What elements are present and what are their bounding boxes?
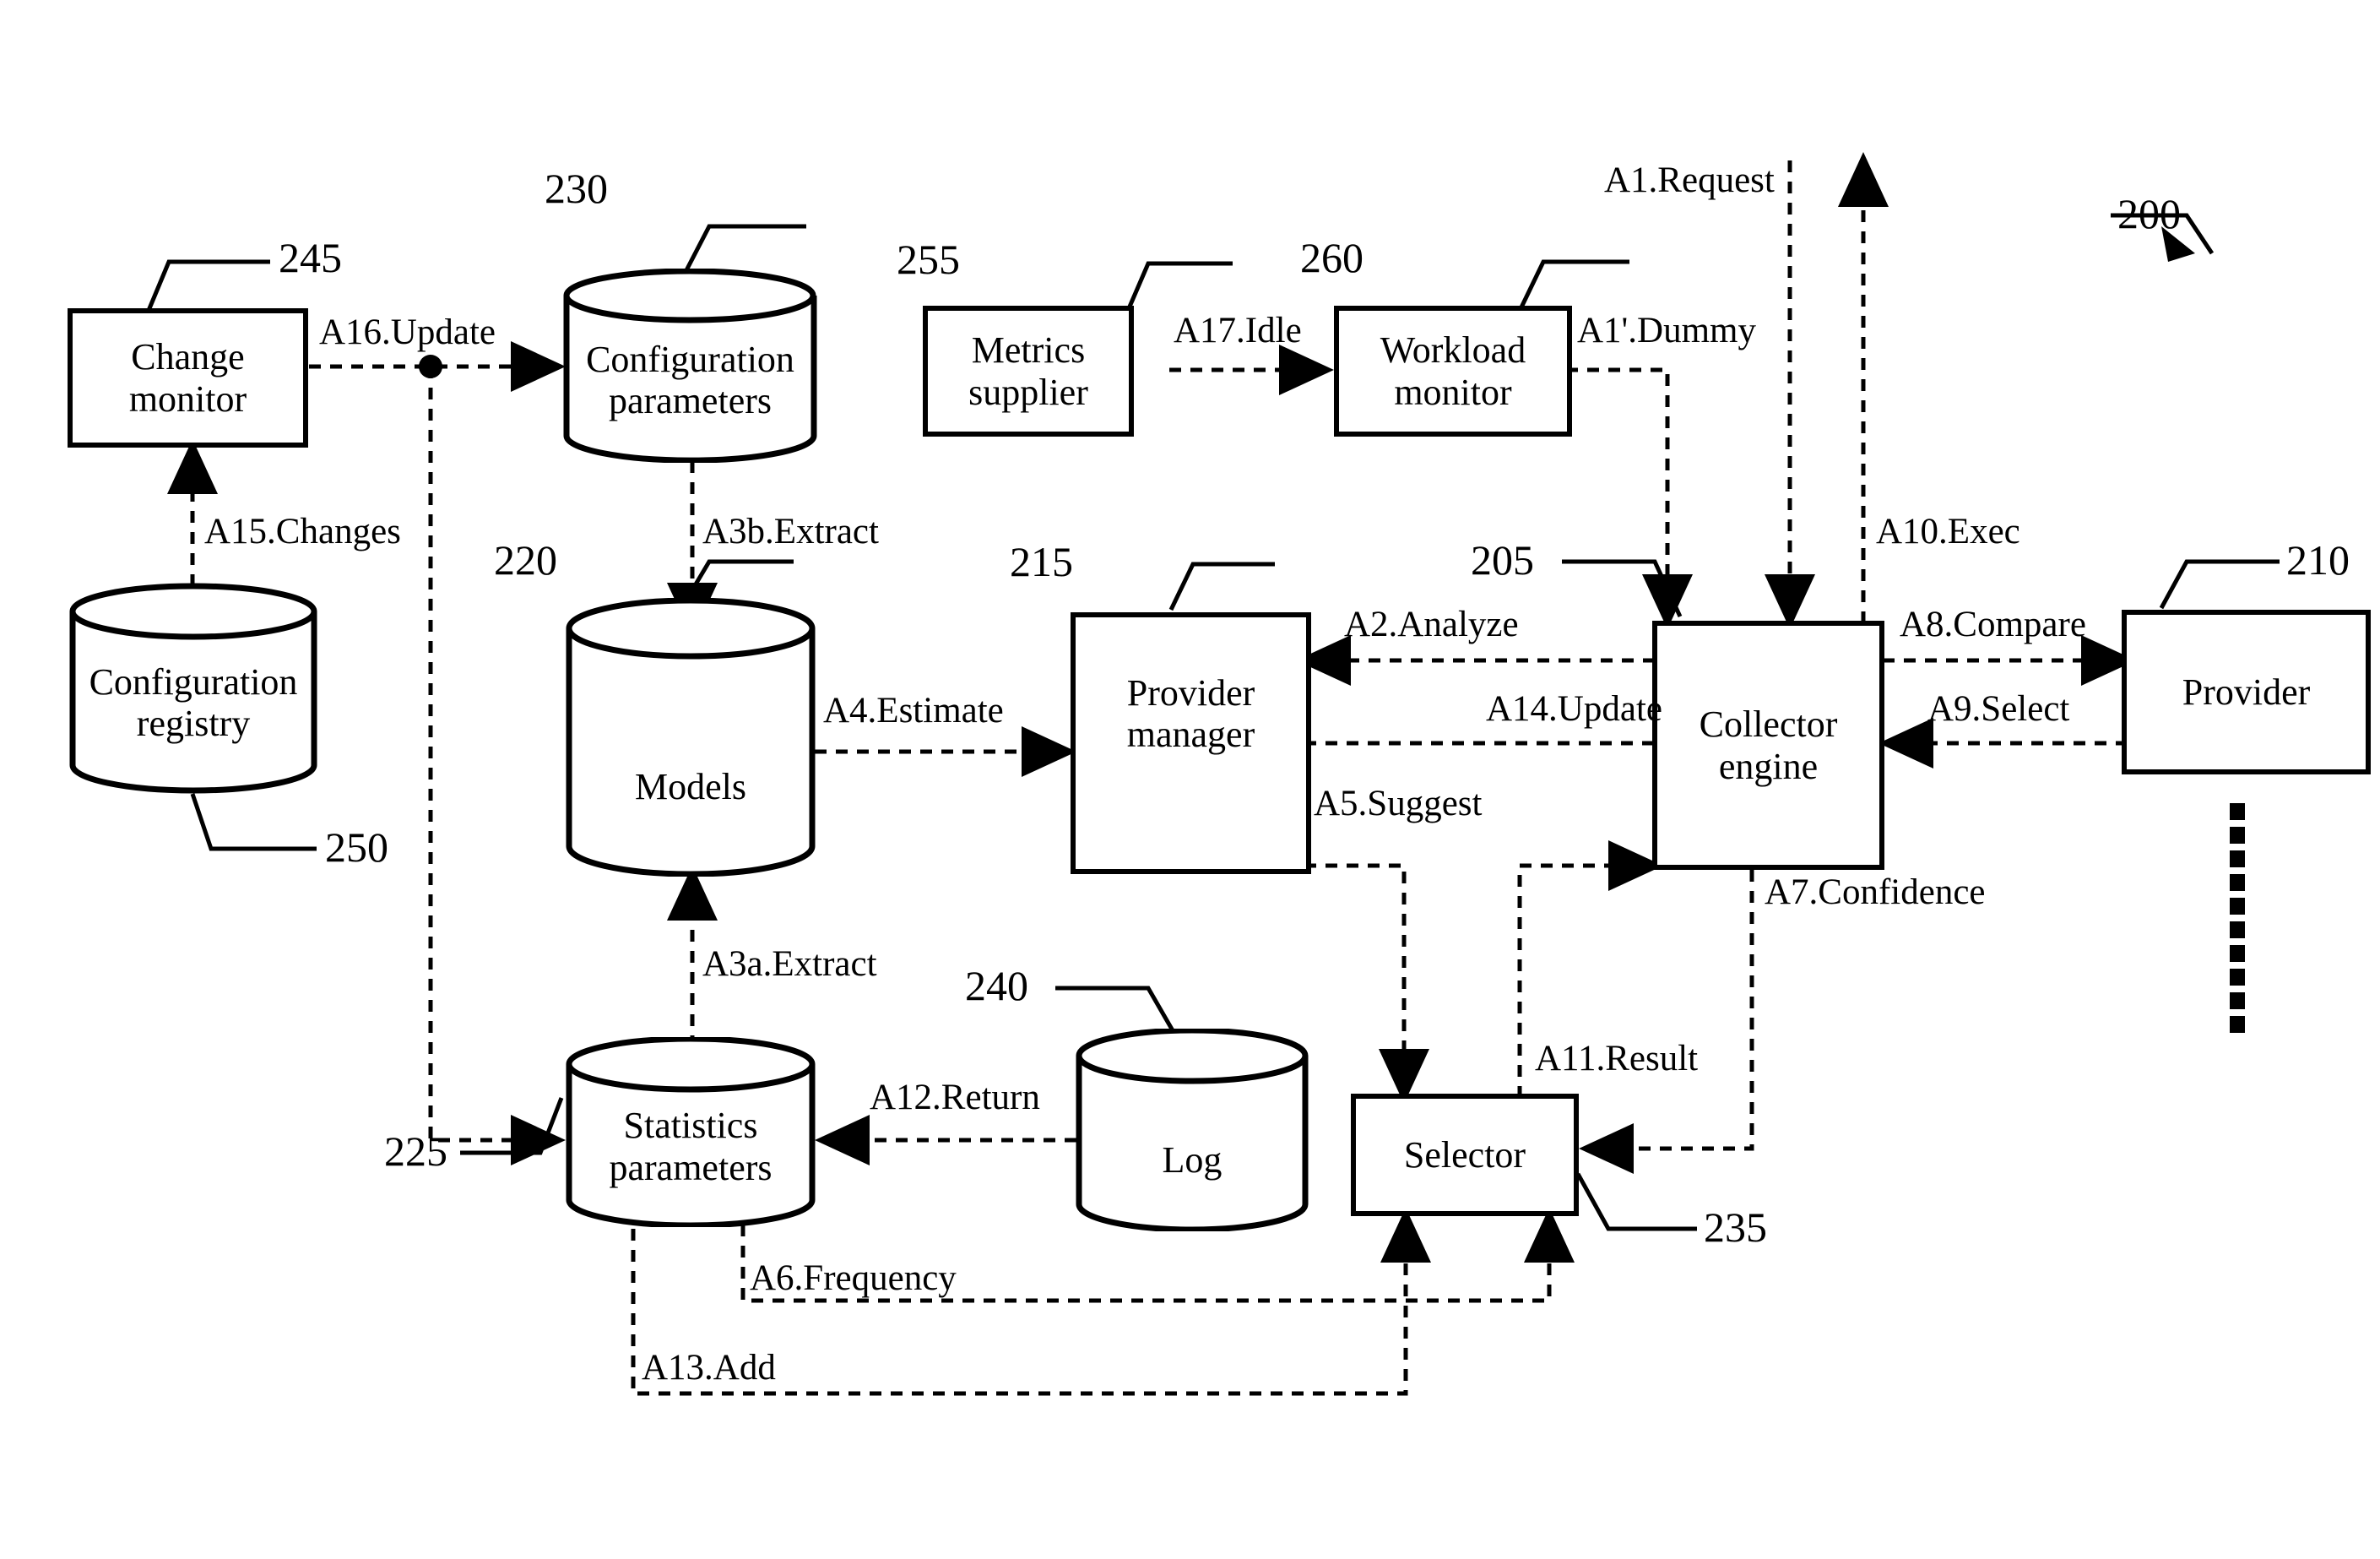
- flow-label-a1-request: A1.Request: [1604, 160, 1775, 200]
- wire-a5-suggest: [1304, 863, 1429, 1104]
- leader-255: [1125, 261, 1233, 313]
- node-configuration-registry-label: Configuration registry: [89, 660, 298, 744]
- node-models-label: Models: [635, 766, 746, 808]
- node-metrics-supplier[interactable]: Metrics supplier: [923, 306, 1134, 437]
- refnum-200: 200: [2117, 190, 2181, 237]
- flow-label-a3b-extract: A3b.Extract: [702, 512, 879, 551]
- node-collector-engine[interactable]: Collector engine: [1652, 621, 1884, 870]
- node-selector[interactable]: Selector: [1351, 1094, 1579, 1216]
- node-configuration-parameters[interactable]: Configuration parameters: [561, 269, 819, 463]
- flow-label-a8-compare: A7.Confidence: [1765, 872, 1986, 912]
- figure-canvas: Change monitor Configuration registry Co…: [0, 0, 2380, 1559]
- node-selector-label: Selector: [1403, 1133, 1526, 1176]
- wire-a16-update-branch: [428, 367, 566, 1165]
- node-change-monitor-label: Change monitor: [128, 336, 247, 420]
- flow-label-a11-result: A9.Select: [1927, 689, 2070, 729]
- flow-label-a17-idle: A17.Idle: [1174, 311, 1302, 350]
- flow-label-a1p-dummy: A1'.Dummy: [1577, 311, 1756, 350]
- leader-210: [2159, 559, 2280, 610]
- leader-260: [1517, 259, 1629, 312]
- node-provider-manager-label: Provider manager: [1126, 671, 1255, 755]
- node-metrics-supplier-label: Metrics supplier: [968, 329, 1088, 413]
- node-provider-manager[interactable]: Provider manager: [1071, 612, 1311, 874]
- refnum-260: 260: [1300, 234, 1363, 281]
- leader-245: [145, 259, 270, 313]
- refnum-225: 225: [384, 1127, 447, 1175]
- node-log[interactable]: Log: [1074, 1029, 1310, 1231]
- flow-label-a15-changes: A15.Changes: [204, 512, 401, 551]
- flow-label-a9-select: A11.Result: [1535, 1039, 1699, 1078]
- node-change-monitor[interactable]: Change monitor: [68, 308, 308, 448]
- flow-label-a16-update: A16.Update: [319, 312, 496, 352]
- wire-a1p-dummy: [1566, 367, 1693, 629]
- flow-label-a5-suggest: A5.Suggest: [1314, 784, 1483, 823]
- node-provider[interactable]: Provider: [2122, 610, 2371, 774]
- node-configuration-parameters-label: Configuration parameters: [586, 338, 794, 421]
- refnum-230: 230: [545, 165, 608, 212]
- node-models[interactable]: Models: [564, 598, 817, 877]
- refnum-240: 240: [965, 962, 1028, 1009]
- refnum-235: 235: [1704, 1203, 1767, 1251]
- node-statistics-parameters-label: Statistics parameters: [609, 1105, 773, 1188]
- flow-label-a4-estimate: A4.Estimate: [823, 691, 1004, 731]
- refnum-250: 250: [325, 823, 388, 871]
- flow-label-a2-analyze: A2.Analyze: [1344, 605, 1519, 644]
- refnum-215: 215: [1010, 538, 1073, 585]
- leader-225: [460, 1097, 564, 1155]
- wire-a8-compare: [1579, 870, 1754, 1174]
- node-configuration-registry[interactable]: Configuration registry: [68, 583, 319, 794]
- leader-250: [190, 793, 317, 851]
- flow-label-a3a-extract: A3a.Extract: [702, 944, 877, 984]
- flow-label-a12-return: A10.Exec: [1876, 512, 2020, 551]
- node-workload-monitor[interactable]: Workload monitor: [1334, 306, 1572, 437]
- leader-235: [1575, 1172, 1697, 1231]
- flow-label-a13-add: A14.Update: [1486, 689, 1662, 729]
- node-collector-engine-label: Collector engine: [1699, 703, 1838, 787]
- flow-label-a10-exec: A8.Compare: [1900, 605, 2086, 644]
- node-statistics-parameters[interactable]: Statistics parameters: [564, 1037, 817, 1227]
- flow-label-a14-update: A12.Return: [870, 1078, 1040, 1117]
- leader-215: [1168, 562, 1275, 611]
- refnum-210: 210: [2286, 536, 2350, 584]
- refnum-220: 220: [494, 536, 557, 584]
- leader-205: [1562, 559, 1683, 618]
- flow-label-a7-confidence: A13.Add: [642, 1348, 776, 1388]
- node-provider-label: Provider: [2182, 671, 2311, 713]
- leader-240: [1055, 986, 1176, 1034]
- flow-label-a6-frequency: A6.Frequency: [750, 1258, 957, 1298]
- a16-branch-dot: [419, 355, 442, 378]
- refnum-255: 255: [897, 236, 960, 283]
- leader-230: [683, 224, 806, 274]
- node-log-label: Log: [1162, 1139, 1223, 1181]
- refnum-205: 205: [1471, 536, 1534, 584]
- node-workload-monitor-label: Workload monitor: [1380, 329, 1526, 413]
- leader-220: [683, 559, 794, 603]
- refnum-245: 245: [279, 234, 342, 281]
